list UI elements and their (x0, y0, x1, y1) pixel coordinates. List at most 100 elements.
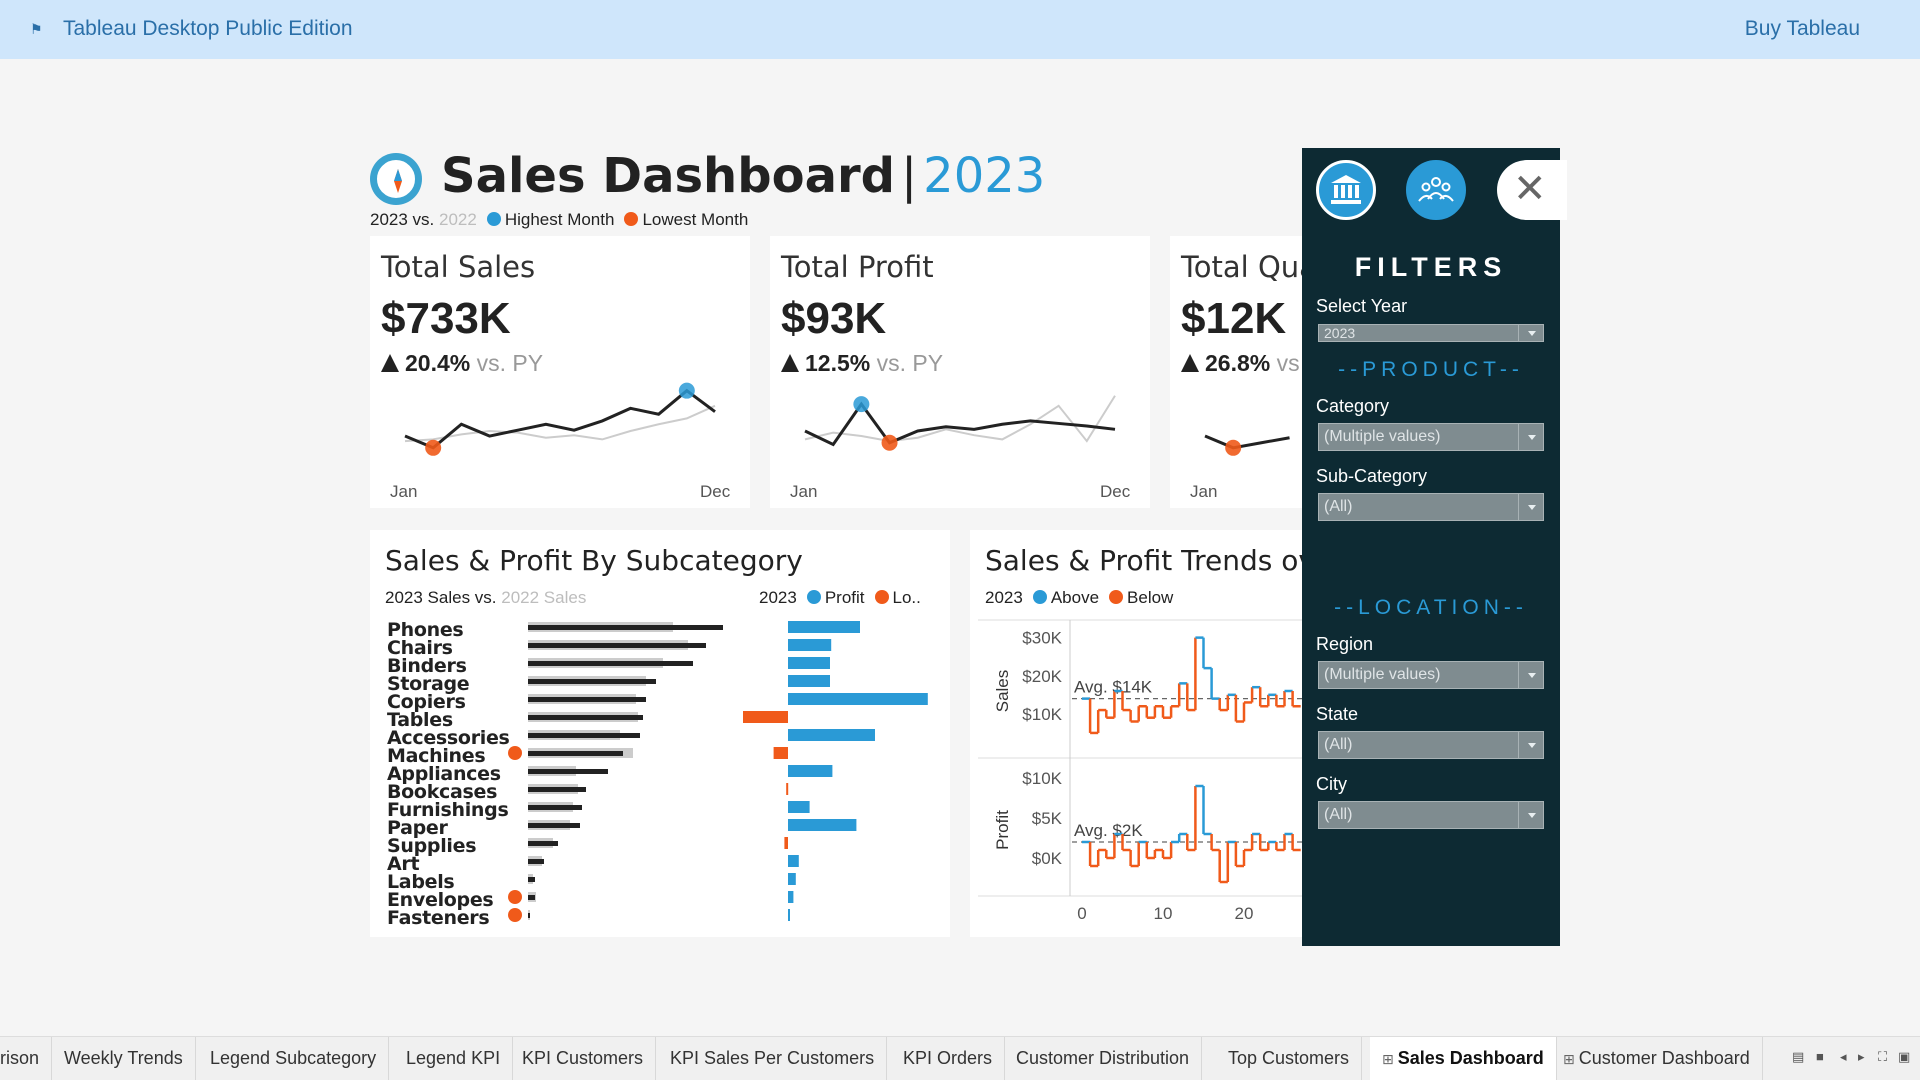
title-separator: | (900, 148, 918, 204)
fullscreen-icon[interactable]: ⛶ (1878, 1049, 1887, 1065)
subcategory-bar-chart[interactable] (370, 530, 950, 937)
spark-start-label: Jan (390, 482, 418, 501)
profit-bar (788, 765, 833, 777)
current-sales-bar (528, 859, 544, 864)
state-dropdown[interactable]: (All) (1318, 731, 1544, 759)
profit-bar (788, 909, 790, 921)
x-tick-label: 20 (1235, 904, 1254, 923)
y-tick-label: $0K (1032, 849, 1063, 868)
y-axis-label: Profit (993, 810, 1012, 850)
current-sales-bar (528, 805, 582, 810)
chevron-down-icon (1518, 325, 1543, 341)
kpi-card-quantity[interactable]: Total Qua $12K 26.8% vs Jan (1170, 236, 1302, 508)
location-section-title: --LOCATION-- (1334, 596, 1528, 619)
region-label: Region (1316, 634, 1374, 654)
y-tick-label: $10K (1022, 769, 1062, 788)
lowest-month-marker (881, 434, 898, 451)
lowest-month-marker (1225, 439, 1242, 456)
kpi-card-sales[interactable]: Total Sales $733K 20.4% vs. PY Jan Dec (370, 236, 750, 508)
loss-marker (508, 908, 522, 922)
profit-bar (788, 855, 799, 867)
chevron-down-icon (1518, 424, 1543, 450)
legend-high: Highest Month (504, 210, 615, 229)
tab-legend-subcategory[interactable]: Legend Subcategory (198, 1037, 390, 1080)
loss-marker (508, 746, 522, 760)
filters-title: FILTERS (1354, 252, 1508, 282)
bank-icon[interactable] (1316, 160, 1376, 220)
current-sales-bar (528, 697, 646, 702)
current-sales-bar (528, 823, 580, 828)
subcategory-dropdown[interactable]: (All) (1318, 493, 1544, 521)
sparkline-profit[interactable] (770, 381, 1150, 481)
buy-tableau-link[interactable]: Buy Tableau (1745, 17, 1860, 41)
current-sales-bar (528, 769, 608, 774)
present-icon[interactable]: ▣ (1898, 1049, 1910, 1065)
profit-bar (786, 783, 789, 795)
region-dropdown[interactable]: (Multiple values) (1318, 661, 1544, 689)
kpi-value: $12K (1181, 294, 1287, 343)
page-title: Sales Dashboard | 2023 (441, 148, 1045, 204)
tab-top-customers[interactable]: Top Customers (1216, 1037, 1363, 1080)
profit-bar (788, 639, 832, 651)
kpi-delta: 20.4% vs. PY (381, 350, 543, 377)
y-tick-label: $5K (1032, 809, 1063, 828)
team-icon[interactable] (1406, 160, 1466, 220)
chevron-down-icon (1518, 662, 1543, 688)
tab-comparison[interactable]: rison (0, 1037, 53, 1080)
current-sales-bar (528, 661, 693, 666)
current-year-line (404, 388, 716, 450)
tab-customer-dashboard[interactable]: ⊞ Customer Dashboard (1551, 1037, 1763, 1080)
chevron-down-icon (1518, 732, 1543, 758)
category-dropdown[interactable]: (Multiple values) (1318, 423, 1544, 451)
profit-bar (788, 621, 860, 633)
tab-sales-dashboard[interactable]: ⊞ Sales Dashboard (1370, 1037, 1557, 1080)
sparkline-quantity[interactable] (1170, 381, 1302, 481)
kpi-label: Total Profit (781, 250, 934, 284)
compare-current: 2023 vs. (370, 210, 435, 229)
grid-view-icon[interactable]: ▤ (1792, 1049, 1804, 1065)
select-year-dropdown[interactable]: 2023 (1318, 324, 1544, 342)
average-label: Avg. $2K (1074, 821, 1143, 840)
trends-card: Sales & Profit Trends ove 2023 Above Below… (970, 530, 1302, 937)
highest-month-marker (678, 382, 695, 399)
current-sales-bar (528, 895, 535, 900)
profit-bar (788, 873, 796, 885)
close-panel-button[interactable]: ✕ (1497, 160, 1567, 220)
kpi-delta: 26.8% vs (1181, 350, 1300, 377)
current-year-line (804, 401, 1116, 447)
tab-legend-kpi[interactable]: Legend KPI (394, 1037, 514, 1080)
kpi-card-profit[interactable]: Total Profit $93K 12.5% vs. PY Jan Dec (770, 236, 1150, 508)
compare-prev: 2022 (439, 210, 477, 229)
state-label: State (1316, 704, 1359, 724)
prev-sheet-icon[interactable]: ◂ (1840, 1049, 1847, 1065)
y-axis-label: Sales (993, 670, 1012, 713)
profit-bar (784, 837, 788, 849)
current-year-line (1204, 434, 1290, 450)
next-sheet-icon[interactable]: ▸ (1858, 1049, 1865, 1065)
spark-start-label: Jan (1190, 482, 1218, 501)
x-tick-label: 10 (1154, 904, 1173, 923)
dashboard-tab-icon: ⊞ (1563, 1051, 1575, 1067)
tab-kpi-orders[interactable]: KPI Orders (891, 1037, 1006, 1080)
tab-weekly-trends[interactable]: Weekly Trends (52, 1037, 196, 1080)
loss-marker (508, 890, 522, 904)
up-triangle-icon (1181, 354, 1199, 372)
city-dropdown[interactable]: (All) (1318, 801, 1544, 829)
kpi-delta: 12.5% vs. PY (781, 350, 943, 377)
tab-kpi-customers[interactable]: KPI Customers (510, 1037, 657, 1080)
single-view-icon[interactable]: ■ (1816, 1049, 1824, 1064)
y-tick-label: $10K (1022, 705, 1062, 724)
profit-bar (788, 675, 830, 687)
current-sales-bar (528, 841, 558, 846)
sparkline-sales[interactable] (370, 381, 750, 481)
header-legend: 2023 vs. 2022 Highest Month Lowest Month (370, 210, 748, 230)
profit-bar (773, 747, 788, 759)
highest-dot-icon (486, 212, 501, 226)
tab-customer-distribution[interactable]: Customer Distribution (1004, 1037, 1203, 1080)
trends-chart[interactable]: $30K$20K$10KSales Avg. $14K$10K$5K$0KProf… (970, 530, 1302, 937)
tab-kpi-sales-per-customers[interactable]: KPI Sales Per Customers (658, 1037, 888, 1080)
category-label: Category (1316, 396, 1390, 416)
y-tick-label: $20K (1022, 667, 1062, 686)
current-sales-bar (528, 787, 586, 792)
sheet-tabs: rison Weekly Trends Legend Subcategory L… (0, 1036, 1920, 1080)
